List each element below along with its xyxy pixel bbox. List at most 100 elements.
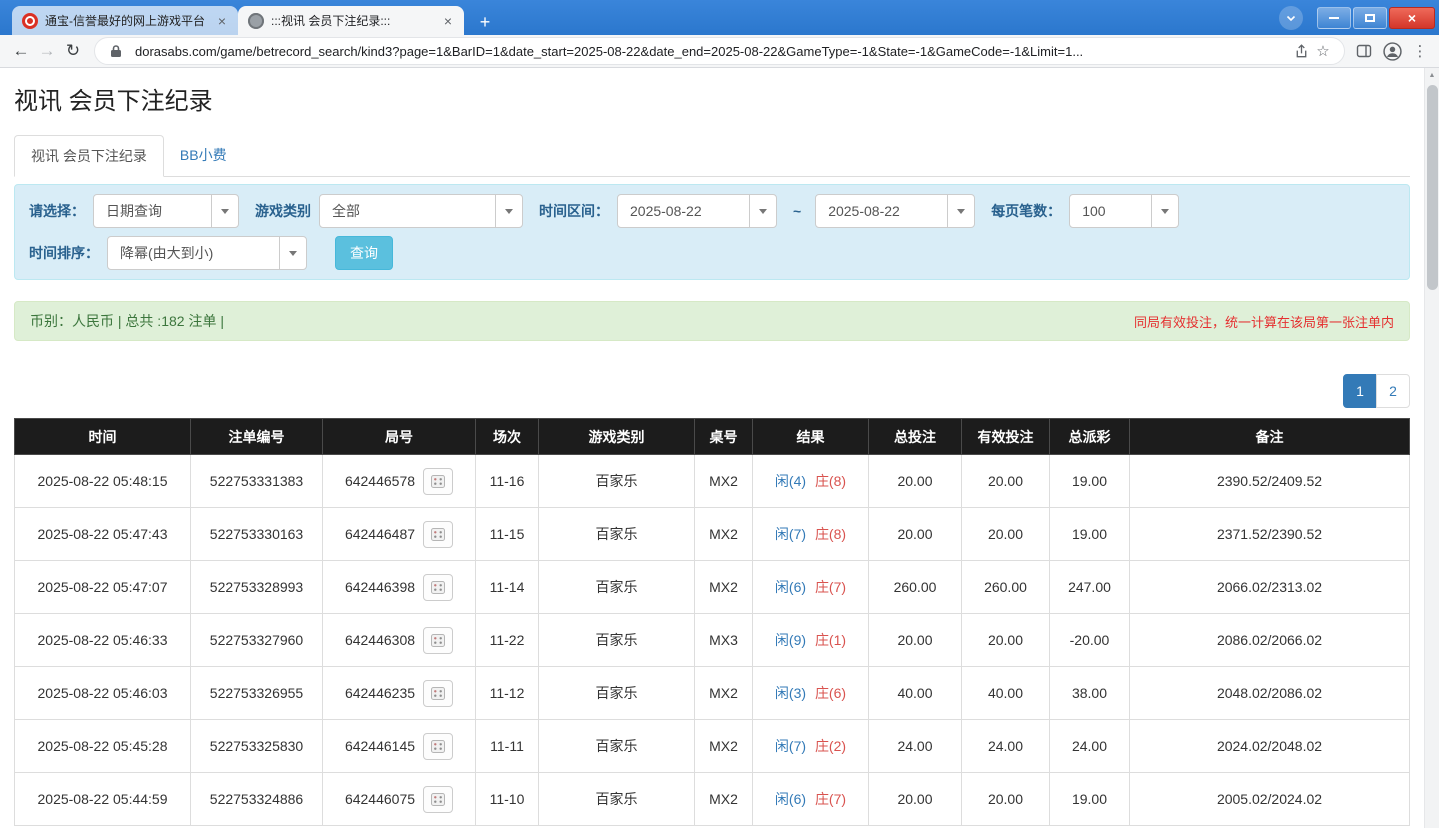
cell-total-bet-link[interactable]: 20.00 <box>869 614 962 667</box>
cell-note: 2371.52/2390.52 <box>1130 508 1410 561</box>
game-type-select[interactable]: 全部 <box>319 194 523 228</box>
col-header-session: 场次 <box>476 419 539 455</box>
cell-round: 642446235 <box>323 667 476 720</box>
cell-payout: 24.00 <box>1050 720 1130 773</box>
round-result-image-icon[interactable] <box>423 786 453 813</box>
cell-table: MX2 <box>695 508 753 561</box>
tab-close-icon[interactable]: × <box>440 13 456 29</box>
cell-valid-bet: 24.00 <box>962 720 1050 773</box>
forward-button[interactable]: → <box>34 38 60 64</box>
cell-payout: 19.00 <box>1050 773 1130 826</box>
date-start-select[interactable]: 2025-08-22 <box>617 194 777 228</box>
chevron-down-icon[interactable] <box>947 194 975 228</box>
sort-order-select[interactable]: 降幂(由大到小) <box>107 236 307 270</box>
query-button[interactable]: 查询 <box>335 236 393 270</box>
new-tab-button[interactable]: + <box>472 9 498 35</box>
reload-button[interactable]: ↻ <box>60 38 86 64</box>
chevron-down-icon[interactable] <box>1151 194 1179 228</box>
cell-total-bet-link[interactable]: 260.00 <box>869 561 962 614</box>
cell-total-bet-link[interactable]: 20.00 <box>869 508 962 561</box>
cell-total-bet-link[interactable]: 40.00 <box>869 667 962 720</box>
page-title: 视讯 会员下注纪录 <box>14 88 1410 116</box>
query-mode-value: 日期查询 <box>93 194 212 228</box>
round-number: 642446145 <box>345 738 415 754</box>
table-row: 2025-08-22 05:46:33 522753327960 6424463… <box>15 614 1410 667</box>
bet-table-body: 2025-08-22 05:48:15 522753331383 6424465… <box>15 455 1410 826</box>
window-minimize-button[interactable] <box>1317 7 1351 29</box>
cell-session: 11-16 <box>476 455 539 508</box>
cell-bet-id: 522753328993 <box>191 561 323 614</box>
side-panel-icon[interactable] <box>1353 40 1375 62</box>
tab-bet-records[interactable]: 视讯 会员下注纪录 <box>14 135 164 177</box>
cell-round: 642446578 <box>323 455 476 508</box>
per-page-select[interactable]: 100 <box>1069 194 1179 228</box>
cell-valid-bet: 40.00 <box>962 667 1050 720</box>
cell-game-type: 百家乐 <box>539 455 695 508</box>
table-row: 2025-08-22 05:47:07 522753328993 6424463… <box>15 561 1410 614</box>
table-row: 2025-08-22 05:48:15 522753331383 6424465… <box>15 455 1410 508</box>
summary-bar: 币别：人民币 | 总共 :182 注单 | 同局有效投注，统一计算在该局第一张注… <box>14 301 1410 341</box>
round-result-image-icon[interactable] <box>423 627 453 654</box>
date-end-select[interactable]: 2025-08-22 <box>815 194 975 228</box>
chevron-down-icon[interactable] <box>749 194 777 228</box>
bookmark-star-icon[interactable]: ☆ <box>1312 40 1334 62</box>
cell-bet-id: 522753325830 <box>191 720 323 773</box>
cell-note: 2005.02/2024.02 <box>1130 773 1410 826</box>
tab-bb-tips[interactable]: BB小费 <box>164 135 243 176</box>
round-result-image-icon[interactable] <box>423 468 453 495</box>
tab-title: 通宝-信誉最好的网上游戏平台 <box>45 12 208 29</box>
back-button[interactable]: ← <box>8 38 34 64</box>
url-text: dorasabs.com/game/betrecord_search/kind3… <box>135 44 1290 59</box>
share-icon[interactable] <box>1290 40 1312 62</box>
cell-total-bet-link[interactable]: 24.00 <box>869 720 962 773</box>
browser-tab-home[interactable]: 通宝-信誉最好的网上游戏平台 × <box>12 6 238 35</box>
vertical-scrollbar[interactable]: ▲ <box>1424 68 1439 828</box>
tab-title: :::视讯 会员下注纪录::: <box>271 12 434 29</box>
cell-payout: 19.00 <box>1050 455 1130 508</box>
menu-dots-icon[interactable]: ⋮ <box>1409 42 1431 60</box>
result-banker: 庄(7) <box>815 791 846 807</box>
col-header-game-type: 游戏类别 <box>539 419 695 455</box>
page-tab-bar: 视讯 会员下注纪录 BB小费 <box>14 135 1410 177</box>
table-row: 2025-08-22 05:45:28 522753325830 6424461… <box>15 720 1410 773</box>
page-content: ▲ 视讯 会员下注纪录 视讯 会员下注纪录 BB小费 请选择： 日期查询 游戏类… <box>0 68 1439 828</box>
tab-search-chevron-icon[interactable] <box>1279 6 1303 30</box>
range-separator: ~ <box>793 203 801 219</box>
scroll-up-icon[interactable]: ▲ <box>1425 68 1439 83</box>
result-player: 闲(6) <box>775 791 806 807</box>
query-mode-select[interactable]: 日期查询 <box>93 194 239 228</box>
chevron-down-icon[interactable] <box>279 236 307 270</box>
cell-game-type: 百家乐 <box>539 614 695 667</box>
round-result-image-icon[interactable] <box>423 521 453 548</box>
pagination-page-2[interactable]: 2 <box>1376 374 1410 408</box>
round-result-image-icon[interactable] <box>423 680 453 707</box>
window-close-button[interactable]: × <box>1389 7 1435 29</box>
cell-session: 11-22 <box>476 614 539 667</box>
cell-session: 11-12 <box>476 667 539 720</box>
scrollbar-thumb[interactable] <box>1427 85 1438 290</box>
cell-total-bet-link[interactable]: 20.00 <box>869 455 962 508</box>
chevron-down-icon[interactable] <box>211 194 239 228</box>
window-maximize-button[interactable] <box>1353 7 1387 29</box>
cell-game-type: 百家乐 <box>539 667 695 720</box>
round-result-image-icon[interactable] <box>423 574 453 601</box>
cell-bet-id: 522753331383 <box>191 455 323 508</box>
pagination: 1 2 <box>14 374 1410 408</box>
round-result-image-icon[interactable] <box>423 733 453 760</box>
url-bar[interactable]: dorasabs.com/game/betrecord_search/kind3… <box>94 37 1345 65</box>
cell-game-type: 百家乐 <box>539 561 695 614</box>
round-number: 642446308 <box>345 632 415 648</box>
browser-tab-current[interactable]: :::视讯 会员下注纪录::: × <box>238 6 464 35</box>
profile-avatar-icon[interactable] <box>1381 40 1403 62</box>
pagination-page-1[interactable]: 1 <box>1343 374 1377 408</box>
table-row: 2025-08-22 05:44:59 522753324886 6424460… <box>15 773 1410 826</box>
cell-payout: 19.00 <box>1050 508 1130 561</box>
round-number: 642446235 <box>345 685 415 701</box>
cell-result: 闲(4) 庄(8) <box>753 455 869 508</box>
chevron-down-icon[interactable] <box>495 194 523 228</box>
round-number: 642446075 <box>345 791 415 807</box>
tab-close-icon[interactable]: × <box>214 13 230 29</box>
cell-total-bet-link[interactable]: 20.00 <box>869 773 962 826</box>
result-banker: 庄(8) <box>815 473 846 489</box>
cell-result: 闲(9) 庄(1) <box>753 614 869 667</box>
